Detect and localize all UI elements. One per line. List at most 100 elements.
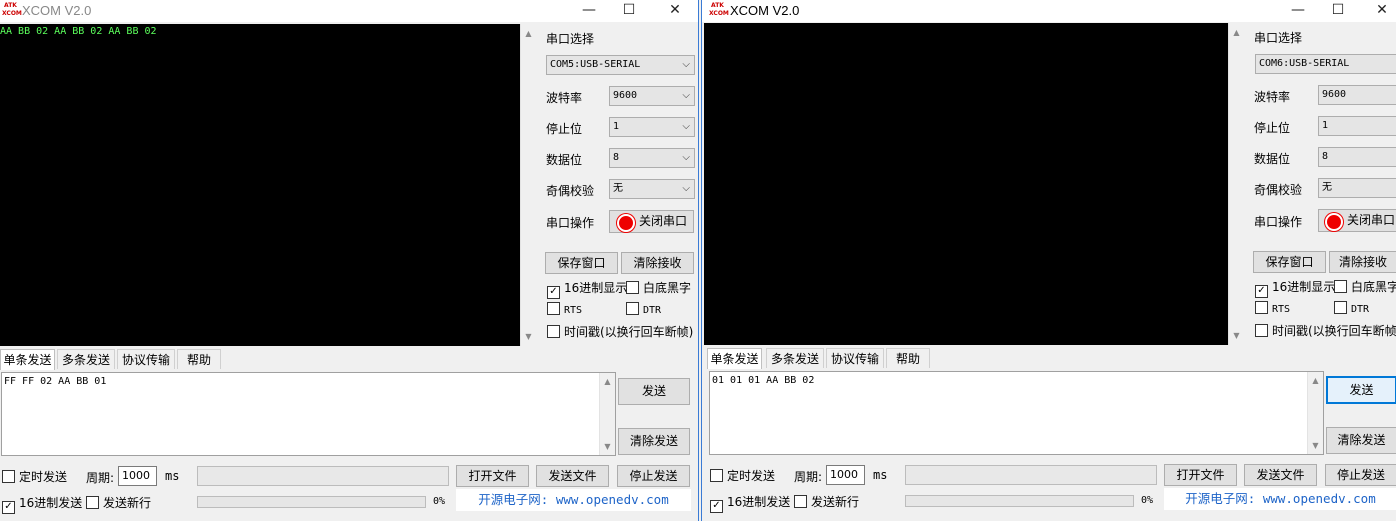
hex-display-checkbox[interactable]: ✓ 16进制显示 [547, 279, 627, 299]
parity-select[interactable]: 无 ⌵ [609, 179, 695, 199]
send-file-button[interactable]: 发送文件 [1244, 464, 1317, 486]
clear-send-button[interactable]: 清除发送 [1326, 427, 1396, 454]
window-title: XCOM V2.0 [22, 3, 92, 18]
send-input[interactable]: 01 01 01 AA BB 02 [709, 371, 1324, 455]
send-newline-checkbox[interactable]: 发送新行 [794, 493, 859, 510]
white-bg-checkbox[interactable]: 白底黑字 [626, 279, 691, 296]
open-file-button[interactable]: 打开文件 [456, 465, 529, 487]
scroll-down-icon[interactable]: ▼ [1308, 438, 1323, 453]
tab-single-send[interactable]: 单条发送 [0, 349, 55, 370]
checkbox-icon [626, 302, 639, 315]
tab-protocol[interactable]: 协议传输 [117, 349, 175, 369]
scroll-up-icon[interactable]: ▲ [600, 374, 615, 389]
timestamp-checkbox[interactable]: 时间戳(以换行回车断帧) [547, 323, 693, 340]
app-logo-icon: ATK XCOM [2, 2, 22, 17]
checkbox-icon [547, 302, 560, 315]
website-link[interactable]: 开源电子网: www.openedv.com [1164, 488, 1396, 510]
tab-protocol[interactable]: 协议传输 [826, 348, 884, 368]
maximize-icon[interactable]: ☐ [609, 0, 649, 22]
hex-send-checkbox[interactable]: ✓ 16进制发送 [710, 493, 790, 513]
send-scrollbar[interactable]: ▲ ▼ [1307, 372, 1323, 454]
data-bits-label: 数据位 [546, 153, 583, 167]
hex-display-checkbox[interactable]: ✓ 16进制显示 [1255, 278, 1335, 298]
scroll-up-icon[interactable]: ▲ [1308, 373, 1323, 388]
send-scrollbar[interactable]: ▲ ▼ [599, 373, 615, 455]
timed-send-checkbox[interactable]: 定时发送 [2, 468, 67, 485]
dtr-checkbox[interactable]: DTR [626, 302, 661, 316]
app-logo-icon: ATK XCOM [709, 2, 729, 17]
ms-label: ms [165, 469, 180, 483]
checkbox-checked-icon: ✓ [547, 286, 560, 299]
open-file-button[interactable]: 打开文件 [1164, 464, 1237, 486]
port-op-label: 串口操作 [1254, 215, 1303, 229]
chevron-down-icon: ⌵ [682, 90, 690, 101]
maximize-icon[interactable]: ☐ [1318, 0, 1358, 22]
checkbox-checked-icon: ✓ [2, 501, 15, 514]
title-bar[interactable]: ATK XCOM XCOM V2.0 — ☐ ✕ [0, 0, 698, 22]
rts-checkbox[interactable]: RTS [1255, 301, 1290, 315]
progress-percent: 0% [433, 496, 446, 507]
scroll-up-icon[interactable]: ▲ [1229, 25, 1244, 40]
stop-bits-select[interactable]: 1 ⌵ [609, 117, 695, 137]
data-bits-select[interactable]: 8 [1318, 147, 1396, 167]
close-port-button[interactable]: 关闭串口 [609, 210, 694, 233]
checkbox-checked-icon: ✓ [710, 500, 723, 513]
progress-percent: 0% [1141, 495, 1154, 506]
receive-scrollbar[interactable]: ▲ ▼ [520, 24, 536, 346]
receive-area[interactable] [704, 23, 1228, 345]
scroll-down-icon[interactable]: ▼ [600, 439, 615, 454]
minimize-icon[interactable]: — [569, 0, 609, 22]
scroll-down-icon[interactable]: ▼ [521, 329, 536, 344]
tab-help[interactable]: 帮助 [177, 349, 221, 369]
timed-send-checkbox[interactable]: 定时发送 [710, 467, 775, 484]
port-select[interactable]: COM5:USB-SERIAL ⌵ [546, 55, 695, 75]
checkbox-icon [2, 470, 15, 483]
title-bar[interactable]: ATK XCOM XCOM V2.0 — ☐ ✕ [702, 0, 1396, 22]
baud-rate-select[interactable]: 9600 ⌵ [609, 86, 695, 106]
period-label: 周期: [86, 471, 115, 485]
chevron-down-icon: ⌵ [682, 183, 690, 194]
scroll-down-icon[interactable]: ▼ [1229, 328, 1244, 343]
rts-checkbox[interactable]: RTS [547, 302, 582, 316]
close-icon[interactable]: ✕ [655, 0, 695, 22]
period-input[interactable]: 1000 [118, 466, 157, 486]
close-icon[interactable]: ✕ [1362, 0, 1396, 22]
send-file-button[interactable]: 发送文件 [536, 465, 609, 487]
send-input[interactable]: FF FF 02 AA BB 01 [1, 372, 616, 456]
port-op-label: 串口操作 [546, 216, 595, 230]
white-bg-checkbox[interactable]: 白底黑字 [1334, 278, 1396, 295]
send-button[interactable]: 发送 [618, 378, 690, 405]
baud-rate-select[interactable]: 9600 [1318, 85, 1396, 105]
port-select[interactable]: COM6:USB-SERIAL [1255, 54, 1396, 74]
tab-single-send[interactable]: 单条发送 [707, 348, 762, 369]
clear-send-button[interactable]: 清除发送 [618, 428, 690, 455]
red-dot-icon [1325, 213, 1343, 231]
hex-send-checkbox[interactable]: ✓ 16进制发送 [2, 494, 82, 514]
scroll-up-icon[interactable]: ▲ [521, 26, 536, 41]
dtr-checkbox[interactable]: DTR [1334, 301, 1369, 315]
send-newline-checkbox[interactable]: 发送新行 [86, 494, 151, 511]
file-path-input[interactable] [197, 466, 449, 486]
data-bits-select[interactable]: 8 ⌵ [609, 148, 695, 168]
timestamp-checkbox[interactable]: 时间戳(以换行回车断帧) [1255, 322, 1396, 339]
period-input[interactable]: 1000 [826, 465, 865, 485]
stop-bits-select[interactable]: 1 [1318, 116, 1396, 136]
file-path-input[interactable] [905, 465, 1157, 485]
tab-help[interactable]: 帮助 [886, 348, 930, 368]
clear-receive-button[interactable]: 清除接收 [1329, 251, 1396, 273]
tab-multi-send[interactable]: 多条发送 [766, 348, 824, 368]
save-window-button[interactable]: 保存窗口 [1253, 251, 1326, 273]
stop-send-button[interactable]: 停止发送 [617, 465, 690, 487]
minimize-icon[interactable]: — [1278, 0, 1318, 22]
receive-area[interactable]: AA BB 02 AA BB 02 AA BB 02 [0, 24, 520, 346]
receive-scrollbar[interactable]: ▲ ▼ [1228, 23, 1244, 345]
data-bits-label: 数据位 [1254, 152, 1291, 166]
stop-send-button[interactable]: 停止发送 [1325, 464, 1396, 486]
close-port-button[interactable]: 关闭串口 [1318, 209, 1396, 232]
clear-receive-button[interactable]: 清除接收 [621, 252, 694, 274]
send-button[interactable]: 发送 [1326, 376, 1396, 404]
parity-select[interactable]: 无 [1318, 178, 1396, 198]
website-link[interactable]: 开源电子网: www.openedv.com [456, 489, 691, 511]
tab-multi-send[interactable]: 多条发送 [57, 349, 115, 369]
save-window-button[interactable]: 保存窗口 [545, 252, 618, 274]
